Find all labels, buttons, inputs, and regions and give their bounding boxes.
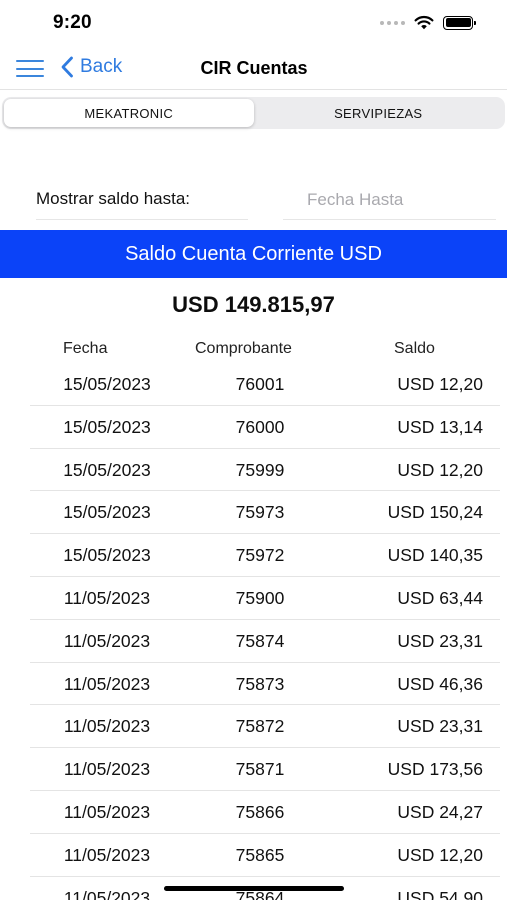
table-header: Fecha Comprobante Saldo	[0, 340, 507, 362]
table-row[interactable]: 15/05/2023 76001 USD 12,20	[30, 363, 500, 406]
row-fecha: 11/05/2023	[63, 844, 151, 865]
tab-servipiezas[interactable]: SERVIPIEZAS	[254, 99, 504, 127]
battery-icon	[443, 15, 476, 30]
row-fecha: 11/05/2023	[63, 759, 151, 780]
balance-header: Saldo Cuenta Corriente USD	[0, 230, 507, 278]
status-icons	[380, 15, 476, 30]
wifi-icon	[414, 15, 434, 30]
row-fecha: 15/05/2023	[63, 459, 151, 480]
row-fecha: 15/05/2023	[63, 374, 151, 394]
table-row[interactable]: 15/05/2023 76000 USD 13,14	[30, 406, 500, 449]
status-time: 9:20	[53, 12, 92, 33]
row-saldo: USD 13,14	[397, 416, 483, 437]
status-bar: 9:20	[0, 0, 507, 46]
balance-total: USD 149.815,97	[172, 292, 335, 317]
row-saldo: USD 12,20	[397, 374, 483, 394]
row-saldo: USD 54,90	[397, 887, 483, 900]
row-saldo: USD 12,20	[397, 459, 483, 480]
column-header-comprobante: Comprobante	[195, 340, 292, 357]
row-comprobante: 75865	[235, 844, 285, 865]
navigation-bar: Back CIR Cuentas	[0, 46, 507, 90]
table-row[interactable]: 11/05/2023 75871 USD 173,56	[30, 748, 500, 791]
column-header-fecha: Fecha	[63, 340, 108, 357]
page-title: CIR Cuentas	[200, 58, 308, 78]
row-saldo: USD 63,44	[397, 587, 483, 608]
filter-label: Mostrar saldo hasta:	[36, 180, 248, 220]
date-filter-row: Mostrar saldo hasta:	[0, 180, 507, 220]
row-comprobante: 75973	[235, 502, 285, 523]
row-fecha: 11/05/2023	[63, 887, 151, 900]
table-row[interactable]: 15/05/2023 75999 USD 12,20	[30, 449, 500, 492]
row-fecha: 11/05/2023	[63, 630, 151, 651]
row-saldo: USD 46,36	[397, 673, 483, 694]
row-fecha: 15/05/2023	[63, 545, 151, 566]
row-comprobante: 75866	[235, 801, 285, 822]
row-saldo: USD 140,35	[387, 545, 483, 566]
row-fecha: 15/05/2023	[63, 502, 151, 523]
row-comprobante: 75871	[235, 759, 285, 780]
table-row[interactable]: 15/05/2023 75972 USD 140,35	[30, 534, 500, 577]
row-fecha: 11/05/2023	[63, 716, 151, 737]
table-row[interactable]: 11/05/2023 75900 USD 63,44	[30, 577, 500, 620]
row-comprobante: 76000	[235, 416, 285, 437]
fecha-hasta-input[interactable]	[283, 180, 496, 220]
row-fecha: 15/05/2023	[63, 416, 151, 437]
row-comprobante: 75972	[235, 545, 285, 566]
column-header-saldo: Saldo	[394, 340, 435, 357]
row-fecha: 11/05/2023	[63, 673, 151, 694]
transactions-list[interactable]: 15/05/2023 76001 USD 12,20 15/05/2023 76…	[0, 363, 507, 900]
row-saldo: USD 24,27	[397, 801, 483, 822]
row-comprobante: 75874	[235, 630, 285, 651]
table-row[interactable]: 11/05/2023 75866 USD 24,27	[30, 791, 500, 834]
row-saldo: USD 23,31	[397, 630, 483, 651]
cellular-signal-icon	[380, 20, 405, 25]
row-comprobante: 75873	[235, 673, 285, 694]
row-saldo: USD 23,31	[397, 716, 483, 737]
row-saldo: USD 150,24	[387, 502, 483, 523]
row-comprobante: 75872	[235, 716, 285, 737]
table-row[interactable]: 15/05/2023 75973 USD 150,24	[30, 491, 500, 535]
row-comprobante: 75900	[235, 587, 285, 608]
row-comprobante: 75999	[235, 459, 285, 480]
row-saldo: USD 173,56	[387, 759, 483, 780]
row-comprobante: 76001	[235, 374, 285, 394]
company-segmented-control: MEKATRONIC SERVIPIEZAS	[2, 97, 505, 129]
row-saldo: USD 12,20	[397, 844, 483, 865]
row-fecha: 11/05/2023	[63, 587, 151, 608]
home-indicator[interactable]	[164, 886, 344, 891]
row-fecha: 11/05/2023	[63, 801, 151, 822]
table-row[interactable]: 11/05/2023 75873 USD 46,36	[30, 663, 500, 706]
tab-mekatronic[interactable]: MEKATRONIC	[4, 99, 254, 127]
table-row[interactable]: 11/05/2023 75874 USD 23,31	[30, 620, 500, 663]
table-row[interactable]: 11/05/2023 75872 USD 23,31	[30, 705, 500, 749]
table-row[interactable]: 11/05/2023 75865 USD 12,20	[30, 834, 500, 877]
